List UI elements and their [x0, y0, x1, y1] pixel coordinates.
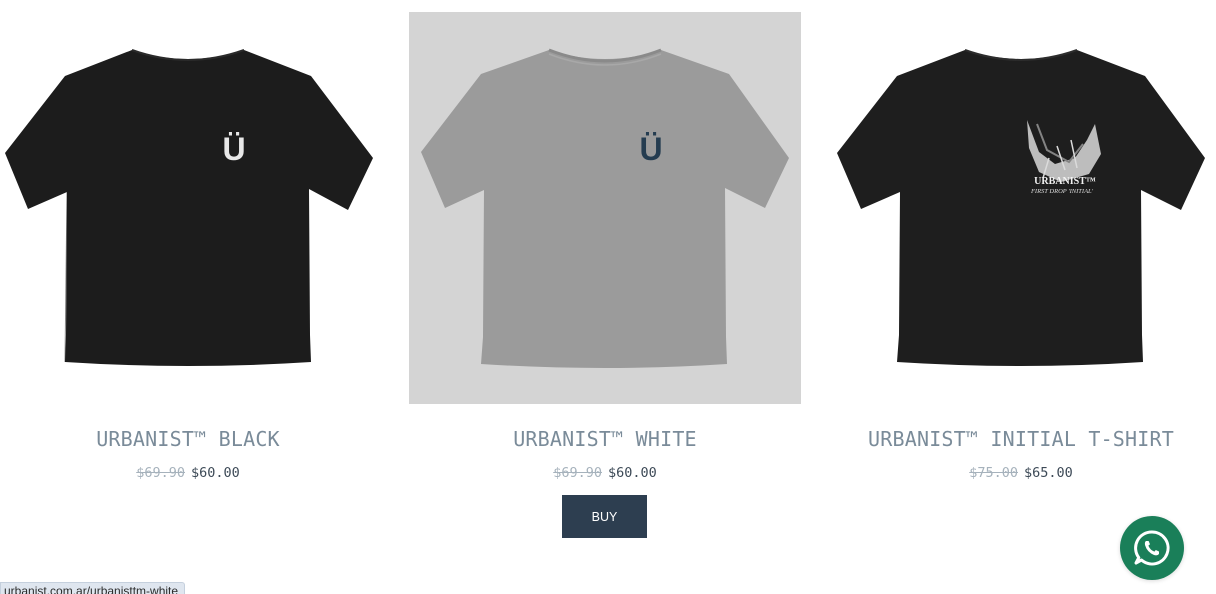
product-card-initial[interactable]: URBANIST™ FIRST DROP 'INITIAL' URBANIST™…	[825, 12, 1216, 481]
whatsapp-button[interactable]	[1120, 516, 1184, 580]
status-bar-url: urbanist.com.ar/urbanisttm-white	[0, 582, 186, 594]
buy-button[interactable]: BUY	[562, 495, 647, 538]
old-price: $69.90	[553, 465, 602, 481]
product-image-white[interactable]: Ü	[409, 12, 801, 404]
sale-price: $60.00	[191, 465, 240, 481]
price-row: $75.00 $65.00	[825, 465, 1216, 481]
graphic-subtitle: FIRST DROP 'INITIAL'	[1030, 188, 1094, 195]
product-image-black[interactable]: Ü	[0, 12, 384, 404]
initial-tshirt-image: URBANIST™ FIRST DROP 'INITIAL'	[837, 49, 1205, 366]
product-image-initial[interactable]: URBANIST™ FIRST DROP 'INITIAL'	[825, 12, 1216, 404]
sale-price: $60.00	[608, 465, 657, 481]
price-row: $69.90 $60.00	[0, 465, 384, 481]
shirt-logo-black: Ü	[222, 131, 245, 167]
shirt-logo-white: Ü	[639, 131, 662, 167]
black-tshirt-image: Ü	[5, 49, 373, 366]
white-tshirt-image: Ü	[421, 48, 789, 368]
old-price: $75.00	[969, 465, 1018, 481]
graphic-title: URBANIST™	[1034, 176, 1096, 187]
product-title[interactable]: URBANIST™ BLACK	[0, 427, 384, 451]
old-price: $69.90	[136, 465, 185, 481]
product-card-white[interactable]: Ü URBANIST™ WHITE $69.90 $60.00	[409, 12, 801, 481]
product-title[interactable]: URBANIST™ WHITE	[409, 427, 801, 451]
price-row: $69.90 $60.00	[409, 465, 801, 481]
whatsapp-icon	[1134, 530, 1170, 566]
product-title[interactable]: URBANIST™ INITIAL T-SHIRT	[825, 427, 1216, 451]
product-card-black[interactable]: Ü URBANIST™ BLACK $69.90 $60.00	[0, 12, 384, 481]
sale-price: $65.00	[1024, 465, 1073, 481]
